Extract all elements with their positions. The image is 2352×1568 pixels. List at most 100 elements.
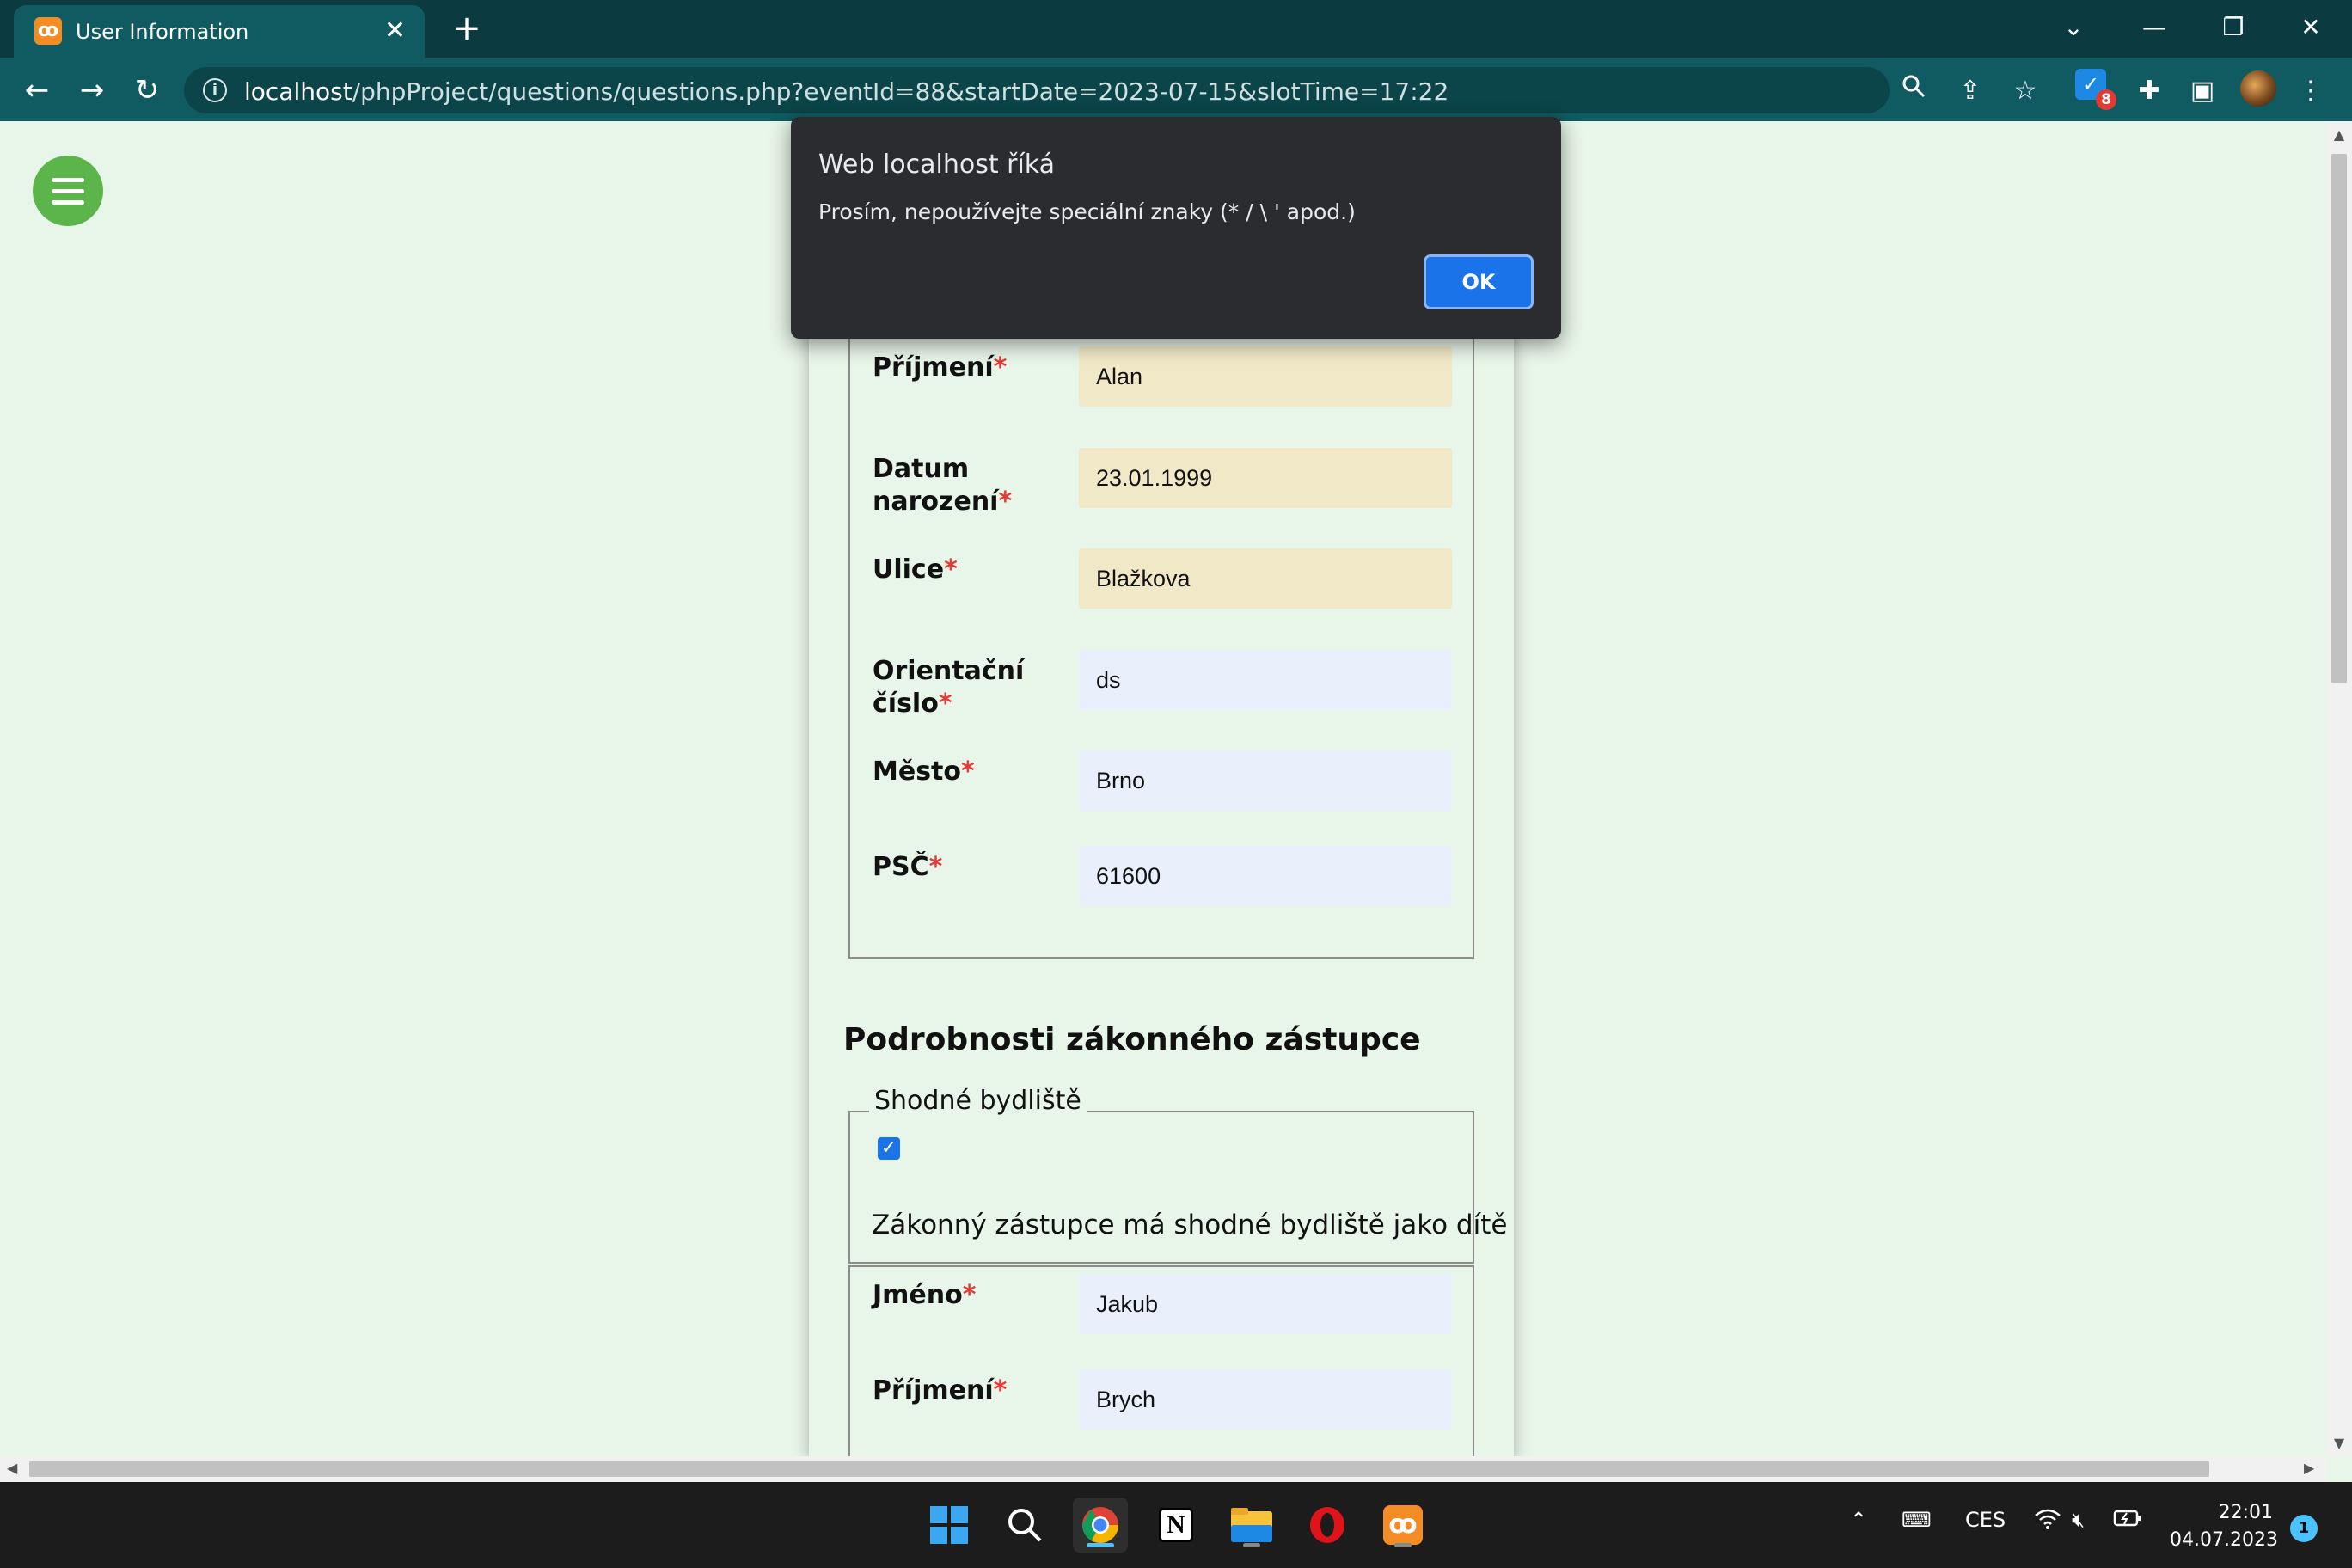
chrome-menu-icon[interactable]: ⋮	[2292, 72, 2330, 110]
child-zip-row: PSČ* 61600	[873, 846, 1454, 910]
clock-date: 04.07.2023	[2170, 1529, 2278, 1551]
browser-toolbar: ← → ↻ i localhost/phpProject/questions/q…	[0, 58, 2352, 121]
active-app-indicator	[1087, 1543, 1114, 1547]
scroll-down-arrow-icon[interactable]: ▼	[2331, 1435, 2347, 1451]
windows-taskbar: N ꝏ ⌃ ⌨ CES 🔇︎ 22:01 04.07.2023 1	[0, 1482, 2352, 1568]
required-star: *	[928, 852, 943, 882]
alert-dialog: Web localhost říká Prosím, nepoužívejte …	[791, 117, 1561, 339]
guardian-surname-input[interactable]: Brych	[1079, 1369, 1452, 1430]
child-zip-label: PSČ*	[873, 852, 943, 882]
profile-avatar[interactable]	[2240, 70, 2276, 107]
same-address-legend: Shodné bydliště	[869, 1086, 1087, 1116]
child-house-number-input[interactable]: ds	[1079, 650, 1452, 710]
required-star: *	[993, 352, 1008, 383]
opera-taskbar-icon[interactable]	[1300, 1498, 1355, 1553]
input-language[interactable]: CES	[1965, 1508, 2006, 1532]
url-text[interactable]: localhost/phpProject/questions/questions…	[244, 77, 1449, 106]
menu-hamburger-icon[interactable]	[33, 156, 103, 226]
window-close-button[interactable]: ✕	[2283, 7, 2338, 48]
running-app-indicator	[1243, 1543, 1260, 1547]
back-arrow-icon[interactable]: ←	[17, 70, 57, 110]
required-star: *	[962, 1280, 977, 1310]
child-city-row: Město* Brno	[873, 750, 1454, 814]
same-address-fieldset	[848, 1111, 1474, 1264]
child-city-input[interactable]: Brno	[1079, 750, 1452, 811]
extensions-puzzle-icon[interactable]: ✚	[2130, 72, 2168, 110]
running-app-indicator	[1394, 1543, 1412, 1547]
xampp-favicon-icon: ꝏ	[34, 17, 62, 45]
wifi-icon[interactable]	[2034, 1508, 2061, 1535]
guardian-name-input[interactable]: Jakub	[1079, 1274, 1452, 1334]
xampp-taskbar-icon[interactable]: ꝏ	[1375, 1498, 1430, 1553]
extension-badge-count: 8	[2096, 89, 2116, 110]
chrome-taskbar-icon[interactable]	[1073, 1498, 1128, 1553]
child-house-number-label: Orientační číslo*	[873, 656, 1025, 719]
zoom-search-icon[interactable]	[1895, 72, 1932, 110]
site-info-icon[interactable]: i	[203, 78, 227, 102]
tab-close-icon[interactable]: ✕	[384, 15, 406, 46]
reload-icon[interactable]: ↻	[127, 70, 167, 110]
required-star: *	[993, 1375, 1008, 1406]
browser-tab[interactable]: ꝏ User Information ✕	[14, 5, 425, 58]
address-bar[interactable]: i localhost/phpProject/questions/questio…	[184, 67, 1890, 113]
url-host: localhost	[244, 77, 352, 106]
guardian-section-title: Podrobnosti zákonného zástupce	[843, 1022, 1421, 1057]
vertical-scroll-thumb[interactable]	[2331, 154, 2347, 683]
notification-badge[interactable]: 1	[2290, 1515, 2318, 1542]
forward-arrow-icon[interactable]: →	[72, 70, 112, 110]
dialog-message: Prosím, nepoužívejte speciální znaky (* …	[818, 199, 1356, 224]
child-street-input[interactable]: Blažkova	[1079, 548, 1452, 609]
child-birthdate-row: Datum narození* 23.01.1999	[873, 448, 1454, 517]
required-star: *	[961, 756, 975, 787]
same-address-checkbox[interactable]: ✓	[878, 1137, 900, 1160]
child-surname-label: Příjmení*	[873, 352, 1008, 383]
guardian-details-fieldset: Jméno* Jakub Příjmení* Brych	[848, 1265, 1474, 1456]
vertical-scrollbar[interactable]: ▲ ▼	[2326, 121, 2352, 1456]
child-surname-input[interactable]: Alan	[1079, 346, 1452, 407]
extension-check-icon[interactable]: ✓ 8	[2075, 69, 2116, 110]
tab-title: User Information	[76, 20, 249, 44]
restore-button[interactable]: ❐	[2206, 7, 2261, 48]
required-star: *	[998, 487, 1013, 517]
bookmark-star-icon[interactable]: ☆	[2006, 72, 2044, 110]
notion-taskbar-icon[interactable]: N	[1148, 1498, 1204, 1553]
new-tab-button[interactable]: +	[447, 9, 487, 48]
url-path: /phpProject/questions/questions.php?even…	[352, 77, 1449, 106]
guardian-name-label: Jméno*	[873, 1280, 977, 1310]
clock-time: 22:01	[2218, 1502, 2273, 1523]
speaker-muted-icon[interactable]: 🔇︎	[2072, 1508, 2085, 1532]
taskbar-clock[interactable]: 22:01 04.07.2023	[2170, 1499, 2278, 1554]
child-street-row: Ulice* Blažkova	[873, 548, 1454, 612]
guardian-name-row: Jméno* Jakub	[873, 1274, 1454, 1338]
tab-search-dropdown-icon[interactable]: ⌄	[2046, 7, 2101, 48]
search-icon[interactable]	[997, 1498, 1052, 1553]
child-street-label: Ulice*	[873, 554, 958, 585]
show-hidden-icons-chevron-icon[interactable]: ⌃	[1850, 1508, 1867, 1532]
guardian-surname-row: Příjmení* Brych	[873, 1369, 1454, 1433]
file-explorer-taskbar-icon[interactable]	[1224, 1498, 1279, 1553]
child-birthdate-input[interactable]: 23.01.1999	[1079, 448, 1452, 508]
child-house-number-row: Orientační číslo* ds	[873, 650, 1454, 719]
required-star: *	[944, 554, 958, 585]
scroll-up-arrow-icon[interactable]: ▲	[2331, 126, 2347, 143]
required-star: *	[938, 689, 952, 719]
horizontal-scroll-thumb[interactable]	[29, 1461, 2209, 1477]
battery-icon[interactable]	[2113, 1508, 2142, 1534]
minimize-button[interactable]: —	[2127, 7, 2182, 48]
child-birthdate-label: Datum narození*	[873, 454, 1013, 517]
windows-start-icon[interactable]	[922, 1498, 977, 1553]
child-city-label: Město*	[873, 756, 975, 787]
dialog-ok-button[interactable]: OK	[1424, 254, 1534, 309]
child-surname-row: Příjmení* Alan	[873, 346, 1454, 410]
touch-keyboard-icon[interactable]: ⌨	[1902, 1508, 1932, 1532]
dialog-title: Web localhost říká	[818, 150, 1056, 180]
child-zip-input[interactable]: 61600	[1079, 846, 1452, 906]
scroll-left-arrow-icon[interactable]: ◀	[7, 1460, 17, 1476]
side-panel-icon[interactable]: ▣	[2184, 72, 2221, 110]
guardian-surname-label: Příjmení*	[873, 1375, 1008, 1406]
same-address-description: Zákonný zástupce má shodné bydliště jako…	[872, 1210, 1508, 1240]
browser-tab-strip: ꝏ User Information ✕ + ⌄ — ❐ ✕	[0, 0, 2352, 58]
share-icon[interactable]: ⇪	[1951, 72, 1989, 110]
horizontal-scrollbar[interactable]: ◀ ▶	[0, 1456, 2326, 1482]
scroll-right-arrow-icon[interactable]: ▶	[2304, 1460, 2314, 1476]
